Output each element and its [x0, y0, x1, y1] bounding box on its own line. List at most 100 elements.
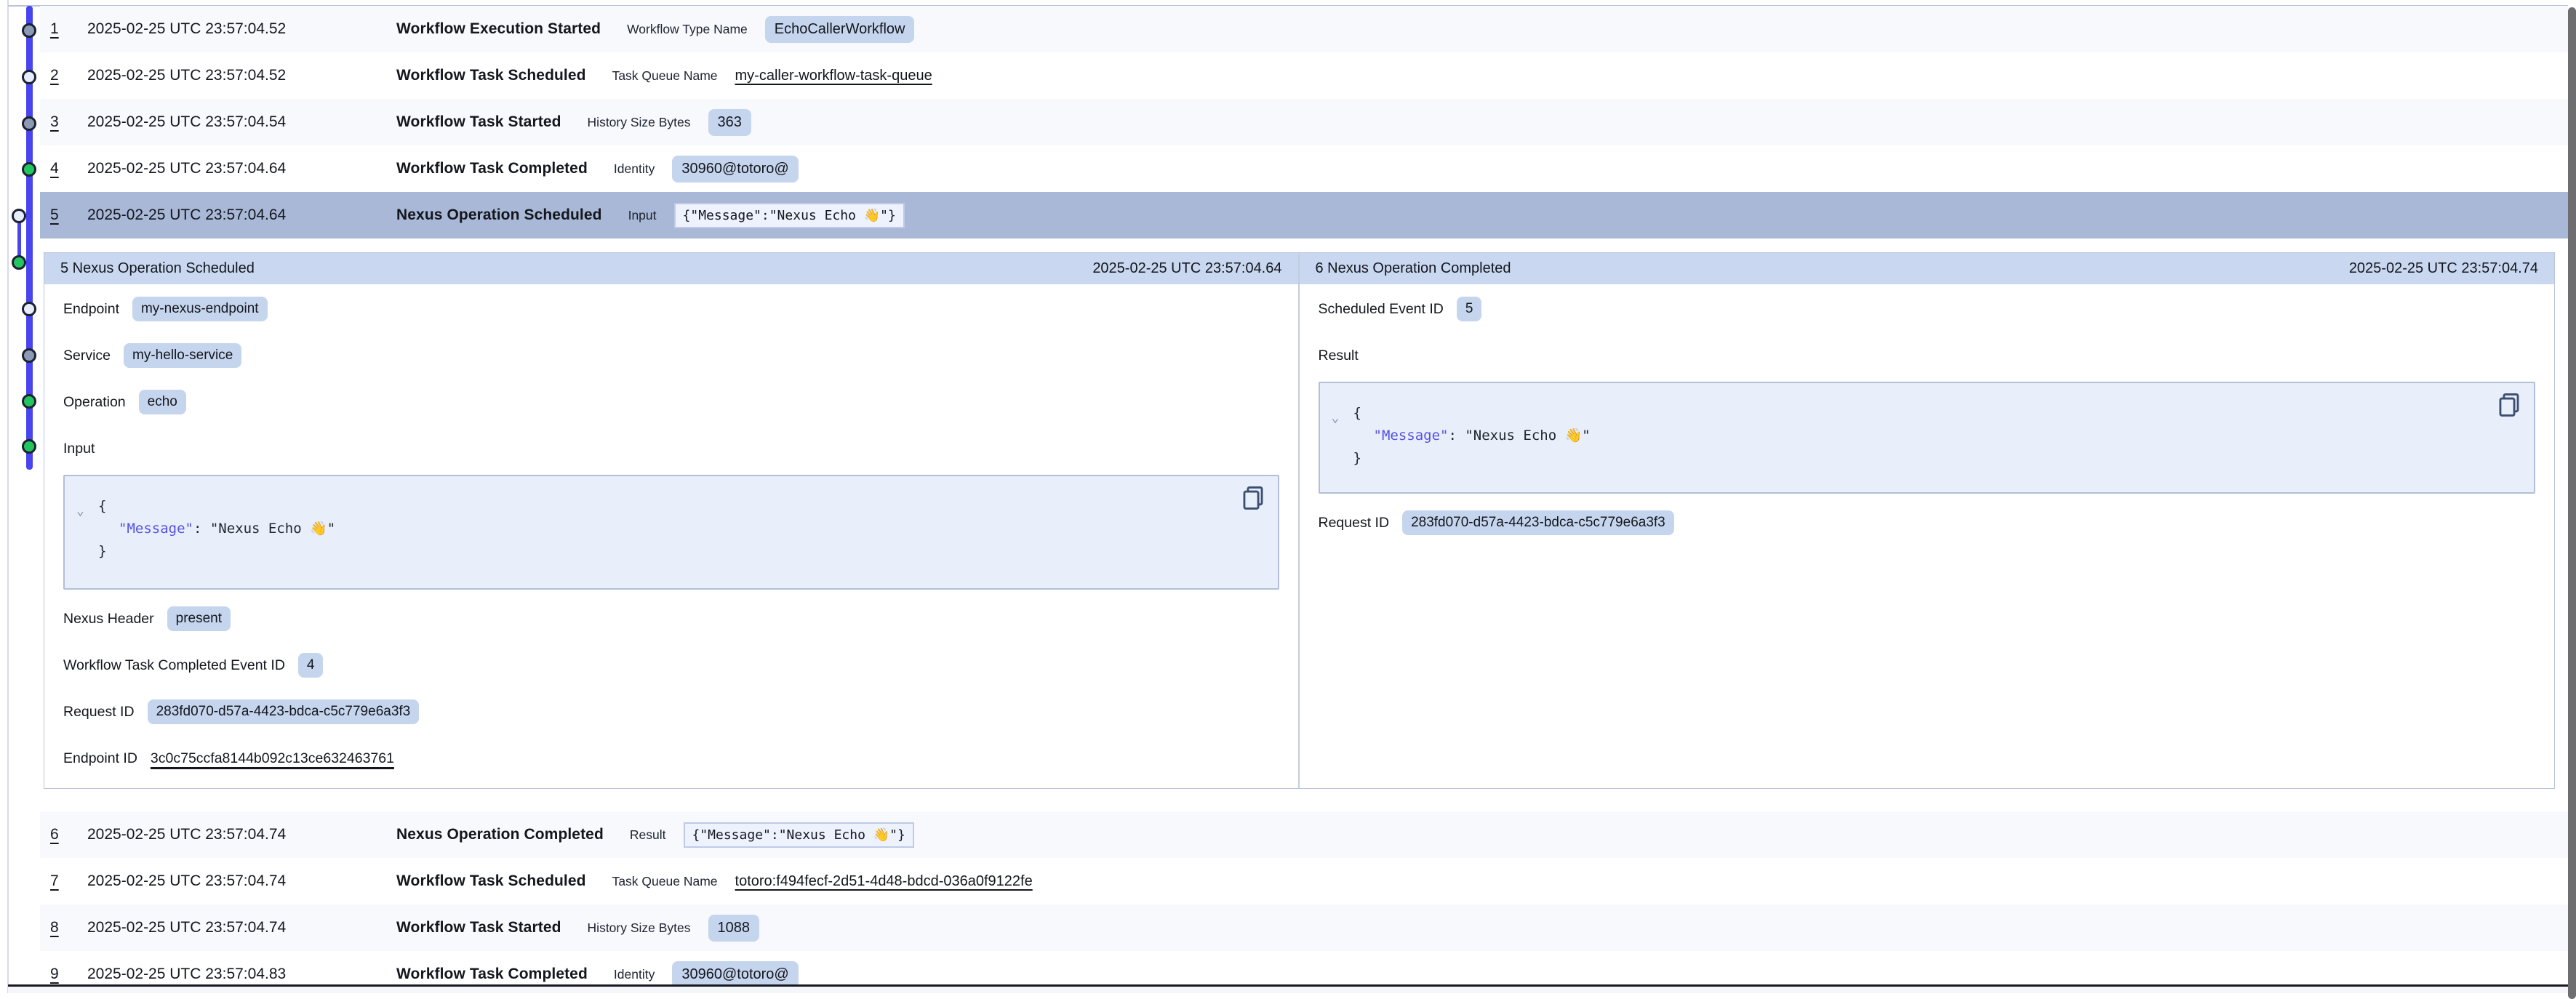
event-attr-badge: 30960@totoro@ — [672, 156, 798, 182]
field-result-label: Result — [1319, 332, 2536, 379]
event-id-link[interactable]: 3 — [50, 113, 69, 131]
copy-icon[interactable] — [1240, 485, 1266, 514]
event-payload-chip: {"Message":"Nexus Echo 👋"} — [684, 822, 914, 848]
field-value-badge: 5 — [1457, 297, 1482, 321]
event-attr-label: History Size Bytes — [588, 920, 691, 936]
event-row-2[interactable]: 2 2025-02-25 UTC 23:57:04.52 Workflow Ta… — [40, 52, 2568, 99]
json-line: { — [98, 495, 1263, 518]
json-line: "Message": "Nexus Echo 👋" — [98, 518, 1263, 540]
task-queue-link[interactable]: totoro:f494fecf-2d51-4d48-bdcd-036a0f912… — [735, 873, 1033, 890]
event-name: Workflow Task Completed — [396, 160, 588, 177]
timeline-dot-completed[interactable] — [22, 439, 36, 454]
timeline-dot-scheduled[interactable] — [22, 70, 36, 84]
event-timestamp: 2025-02-25 UTC 23:57:04.74 — [87, 826, 396, 843]
endpoint-id-link[interactable]: 3c0c75ccfa8144b092c13ce632463761 — [151, 750, 394, 767]
vertical-scrollbar[interactable] — [2568, 7, 2576, 999]
panel-nexus-operation-completed: 6 Nexus Operation Completed 2025-02-25 U… — [1300, 253, 2555, 788]
timeline-dot-started[interactable] — [22, 116, 36, 131]
event-timestamp: 2025-02-25 UTC 23:57:04.64 — [87, 206, 396, 224]
field-label: Nexus Header — [63, 611, 154, 627]
timeline-dot-started[interactable] — [22, 23, 36, 38]
input-json-viewer: ⌄ { "Message": "Nexus Echo 👋" } — [63, 475, 1279, 590]
event-attr-badge: 30960@totoro@ — [672, 961, 798, 988]
field-label: Scheduled Event ID — [1319, 301, 1444, 318]
event-row-4[interactable]: 4 2025-02-25 UTC 23:57:04.64 Workflow Ta… — [40, 145, 2568, 192]
panel-nexus-operation-scheduled: 5 Nexus Operation Scheduled 2025-02-25 U… — [44, 253, 1300, 788]
field-label: Workflow Task Completed Event ID — [63, 657, 285, 674]
field-value-badge: my-nexus-endpoint — [132, 297, 268, 321]
event-name: Workflow Execution Started — [396, 20, 601, 38]
event-id-link[interactable]: 9 — [50, 966, 69, 983]
event-name: Workflow Task Started — [396, 919, 561, 936]
json-line: { — [1353, 402, 2520, 425]
event-timestamp: 2025-02-25 UTC 23:57:04.74 — [87, 872, 396, 890]
event-name: Workflow Task Completed — [396, 966, 588, 983]
field-label: Endpoint — [63, 301, 119, 318]
event-name: Nexus Operation Scheduled — [396, 206, 602, 224]
field-input-label: Input — [63, 425, 1279, 472]
event-name: Workflow Task Scheduled — [396, 872, 586, 890]
field-label: Request ID — [1319, 515, 1390, 531]
event-attr-label: Result — [630, 827, 666, 843]
event-attr-label: Task Queue Name — [612, 68, 718, 84]
event-id-link[interactable]: 4 — [50, 160, 69, 177]
event-id-link[interactable]: 7 — [50, 872, 69, 890]
field-operation: Operation echo — [63, 379, 1279, 425]
event-id-link[interactable]: 6 — [50, 826, 69, 843]
event-row-8[interactable]: 8 2025-02-25 UTC 23:57:04.74 Workflow Ta… — [40, 904, 2568, 951]
collapse-json-icon[interactable]: ⌄ — [76, 500, 84, 522]
event-attr-label: Task Queue Name — [612, 874, 718, 889]
field-nexus-header: Nexus Header present — [63, 595, 1279, 642]
field-label: Service — [63, 348, 111, 364]
timeline-dot-started[interactable] — [22, 348, 36, 363]
event-row-1[interactable]: 1 2025-02-25 UTC 23:57:04.52 Workflow Ex… — [40, 6, 2568, 52]
event-attr-label: Workflow Type Name — [627, 22, 748, 37]
field-label: Operation — [63, 394, 126, 411]
timeline-dot-scheduled[interactable] — [22, 302, 36, 316]
event-row-3[interactable]: 3 2025-02-25 UTC 23:57:04.54 Workflow Ta… — [40, 99, 2568, 145]
result-json-viewer: ⌄ { "Message": "Nexus Echo 👋" } — [1319, 382, 2536, 494]
field-value-badge: 4 — [298, 653, 324, 678]
event-timestamp: 2025-02-25 UTC 23:57:04.83 — [87, 966, 396, 983]
event-timestamp: 2025-02-25 UTC 23:57:04.74 — [87, 919, 396, 936]
copy-icon[interactable] — [2496, 392, 2522, 421]
expanded-event-details: 5 Nexus Operation Scheduled 2025-02-25 U… — [40, 252, 2568, 811]
json-line: } — [1353, 447, 2520, 470]
field-scheduled-event-id: Scheduled Event ID 5 — [1319, 286, 2536, 332]
field-endpoint: Endpoint my-nexus-endpoint — [63, 286, 1279, 332]
field-value-badge: present — [167, 606, 231, 631]
event-row-5-selected[interactable]: 5 2025-02-25 UTC 23:57:04.64 Nexus Opera… — [40, 192, 2568, 238]
field-label: Result — [1319, 348, 1359, 364]
field-label: Endpoint ID — [63, 750, 137, 767]
json-line: } — [98, 540, 1263, 563]
event-timeline — [0, 0, 40, 509]
event-id-link[interactable]: 5 — [50, 206, 69, 224]
task-queue-link[interactable]: my-caller-workflow-task-queue — [735, 68, 932, 84]
event-row-7[interactable]: 7 2025-02-25 UTC 23:57:04.74 Workflow Ta… — [40, 858, 2568, 904]
event-id-link[interactable]: 8 — [50, 919, 69, 936]
timeline-dot-scheduled[interactable] — [12, 209, 26, 223]
next-section-edge — [8, 987, 2568, 993]
event-attr-label: History Size Bytes — [588, 115, 691, 130]
event-attr-badge: EchoCallerWorkflow — [765, 16, 915, 43]
panel-header[interactable]: 6 Nexus Operation Completed 2025-02-25 U… — [1300, 253, 2555, 284]
event-timestamp: 2025-02-25 UTC 23:57:04.52 — [87, 67, 396, 84]
event-name: Nexus Operation Completed — [396, 826, 604, 843]
timeline-dot-completed[interactable] — [22, 394, 36, 409]
event-attr-badge: 363 — [708, 109, 751, 136]
panel-title: 6 Nexus Operation Completed — [1316, 260, 1511, 277]
event-timestamp: 2025-02-25 UTC 23:57:04.52 — [87, 20, 396, 38]
event-id-link[interactable]: 2 — [50, 67, 69, 84]
field-value-badge: echo — [139, 390, 186, 414]
timeline-dot-completed[interactable] — [22, 162, 36, 177]
event-id-link[interactable]: 1 — [50, 20, 69, 38]
panel-header[interactable]: 5 Nexus Operation Scheduled 2025-02-25 U… — [44, 253, 1298, 284]
event-row-6[interactable]: 6 2025-02-25 UTC 23:57:04.74 Nexus Opera… — [40, 811, 2568, 858]
field-endpoint-id: Endpoint ID 3c0c75ccfa8144b092c13ce63246… — [63, 735, 1279, 782]
field-label: Input — [63, 441, 95, 457]
field-request-id: Request ID 283fd070-d57a-4423-bdca-c5c77… — [63, 689, 1279, 735]
collapse-json-icon[interactable]: ⌄ — [1332, 406, 1340, 429]
timeline-dot-completed[interactable] — [12, 255, 26, 270]
event-timestamp: 2025-02-25 UTC 23:57:04.54 — [87, 113, 396, 131]
field-request-id: Request ID 283fd070-d57a-4423-bdca-c5c77… — [1319, 500, 2536, 546]
